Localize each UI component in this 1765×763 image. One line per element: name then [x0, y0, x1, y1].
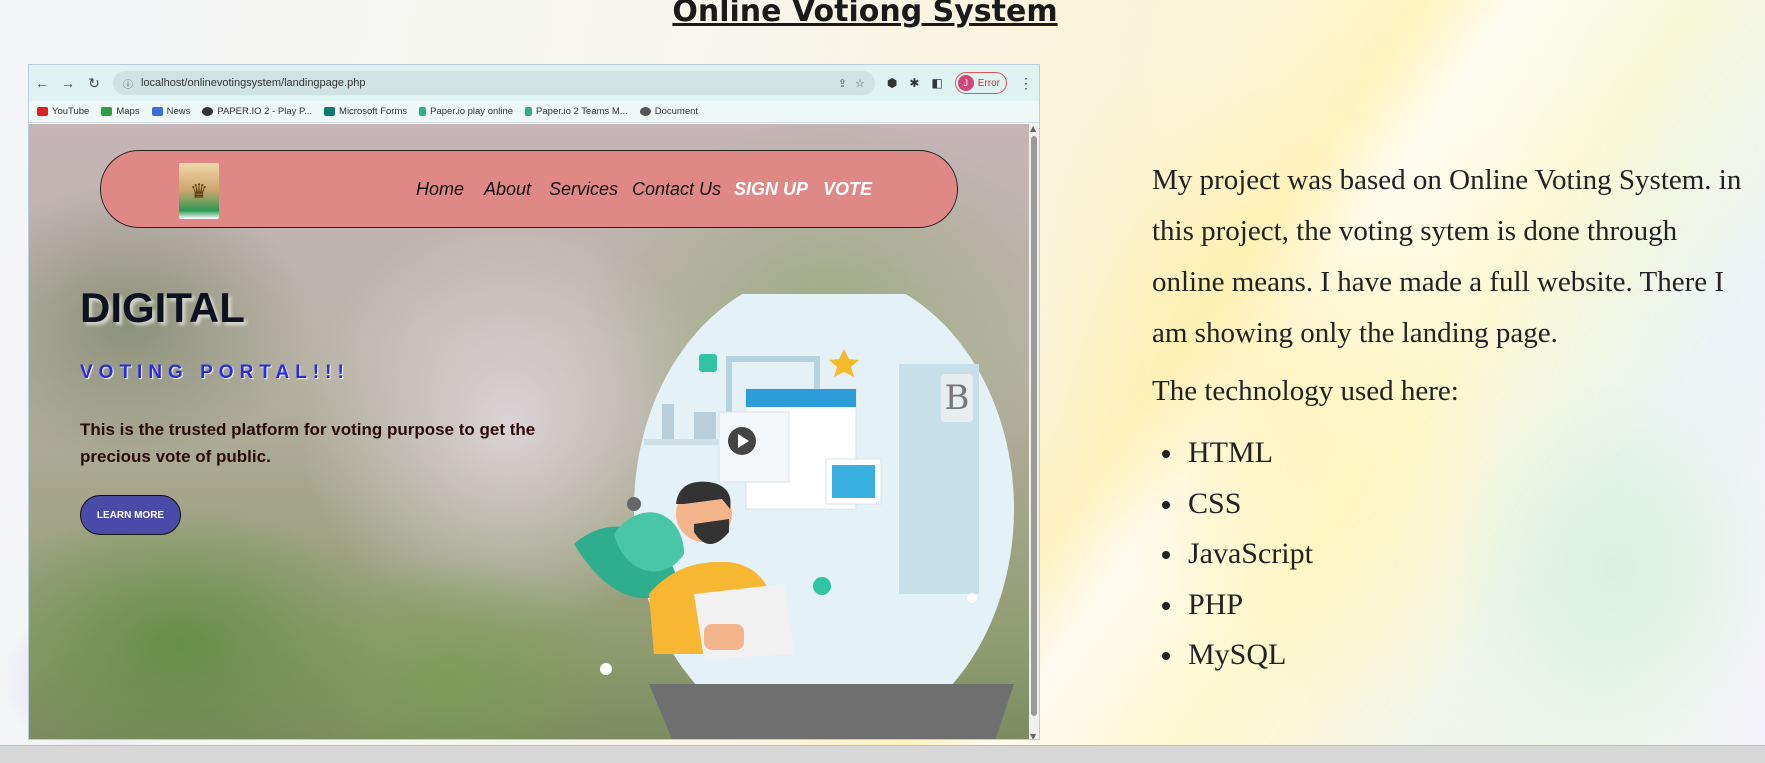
list-item: CSS: [1152, 479, 1742, 530]
person-hand: [704, 624, 744, 650]
list-item: MySQL: [1152, 630, 1742, 681]
desk-shape: [649, 684, 1014, 739]
learn-more-button[interactable]: LEARN MORE: [80, 495, 181, 535]
bookmark-item[interactable]: Document: [639, 106, 698, 117]
url-text[interactable]: localhost/onlinevotingsystem/landingpage…: [141, 77, 830, 89]
profile-error-label: Error: [977, 77, 1000, 89]
site-navbar: ♛ Home About Services Contact Us SIGN UP…: [100, 150, 958, 228]
bookmark-item[interactable]: Paper.io 2 Teams M...: [525, 106, 628, 117]
page-scrollbar[interactable]: ▲ ▼: [1029, 124, 1039, 739]
bookmarks-bar: YouTube Maps News PAPER.IO 2 - Play P...…: [29, 101, 1039, 123]
maps-icon: [101, 107, 113, 116]
bookmark-item[interactable]: Microsoft Forms: [324, 106, 407, 117]
profile-button[interactable]: J Error: [954, 72, 1007, 94]
hero-illustration: [574, 294, 1014, 739]
avatar: J: [957, 75, 974, 91]
nav-vote[interactable]: VOTE: [823, 179, 872, 200]
youtube-icon: [37, 107, 48, 116]
forms-icon: [324, 107, 336, 116]
nav-signup[interactable]: SIGN UP: [734, 179, 808, 200]
ui-card-header: [746, 389, 856, 407]
code-icon: [699, 354, 717, 372]
slide-title: Online Votiong System: [672, 0, 1058, 29]
side-panel-icon[interactable]: ◧: [931, 76, 942, 90]
share-icon[interactable]: ⇪: [838, 77, 847, 90]
bookmark-item[interactable]: Maps: [101, 106, 140, 117]
hero-subtitle: VOTING PORTAL!!!: [80, 362, 350, 383]
scroll-down-icon[interactable]: ▼: [1030, 732, 1036, 739]
news-icon: [151, 107, 163, 116]
project-description: My project was based on Online Voting Sy…: [1152, 164, 1742, 349]
list-item: PHP: [1152, 580, 1742, 631]
image-icon: [832, 465, 875, 498]
technology-list: HTML CSS JavaScript PHP MySQL: [1152, 428, 1742, 681]
paperio-icon: [525, 107, 533, 116]
extension-icon[interactable]: ⬢: [887, 76, 897, 90]
browser-screenshot: ← → ↻ ⓘ localhost/onlinevotingsystem/lan…: [28, 64, 1040, 740]
forward-icon[interactable]: →: [61, 75, 75, 91]
nav-services[interactable]: Services: [549, 179, 618, 200]
nav-about[interactable]: About: [484, 179, 531, 200]
bottom-scrollbar[interactable]: [0, 745, 1765, 763]
browser-toolbar: ← → ↻ ⓘ localhost/onlinevotingsystem/lan…: [29, 65, 1039, 101]
bookmark-item[interactable]: PAPER.IO 2 - Play P...: [202, 106, 312, 117]
nav-contact[interactable]: Contact Us: [632, 179, 721, 200]
more-menu-icon[interactable]: ⋮: [1019, 75, 1033, 92]
reload-icon[interactable]: ↻: [87, 75, 101, 92]
scroll-up-icon[interactable]: ▲: [1030, 124, 1036, 133]
address-bar[interactable]: ⓘ localhost/onlinevotingsystem/landingpa…: [113, 71, 875, 95]
bookmark-item[interactable]: Paper.io play online: [419, 106, 513, 117]
paperio-icon: [419, 107, 427, 116]
bookmark-item[interactable]: YouTube: [37, 106, 89, 117]
globe-icon: [639, 107, 651, 116]
vase-icon: [662, 404, 674, 439]
back-icon[interactable]: ←: [35, 75, 49, 91]
puzzle-extensions-icon[interactable]: ✱: [909, 76, 919, 90]
list-item: JavaScript: [1152, 529, 1742, 580]
nav-home[interactable]: Home: [416, 179, 464, 200]
emblem-logo[interactable]: ♛: [179, 163, 219, 219]
scrollbar-thumb[interactable]: [1031, 136, 1037, 716]
paperio-icon: [202, 107, 214, 116]
list-item: HTML: [1152, 428, 1742, 479]
hero-title: DIGITAL: [80, 284, 245, 331]
hero-description: This is the trusted platform for voting …: [80, 420, 536, 466]
bootstrap-watermark-icon: B: [941, 374, 973, 422]
bookmark-star-icon[interactable]: ☆: [855, 77, 865, 90]
page-viewport: ♛ Home About Services Contact Us SIGN UP…: [29, 124, 1031, 739]
project-notes: My project was based on Online Voting Sy…: [1152, 155, 1742, 681]
info-icon[interactable]: ⓘ: [123, 76, 133, 91]
bookmark-item[interactable]: News: [151, 106, 190, 117]
check-icon: [813, 577, 831, 595]
plant-pot-icon: [694, 412, 716, 439]
gear-icon: [627, 497, 641, 511]
technology-heading: The technology used here:: [1152, 375, 1459, 407]
